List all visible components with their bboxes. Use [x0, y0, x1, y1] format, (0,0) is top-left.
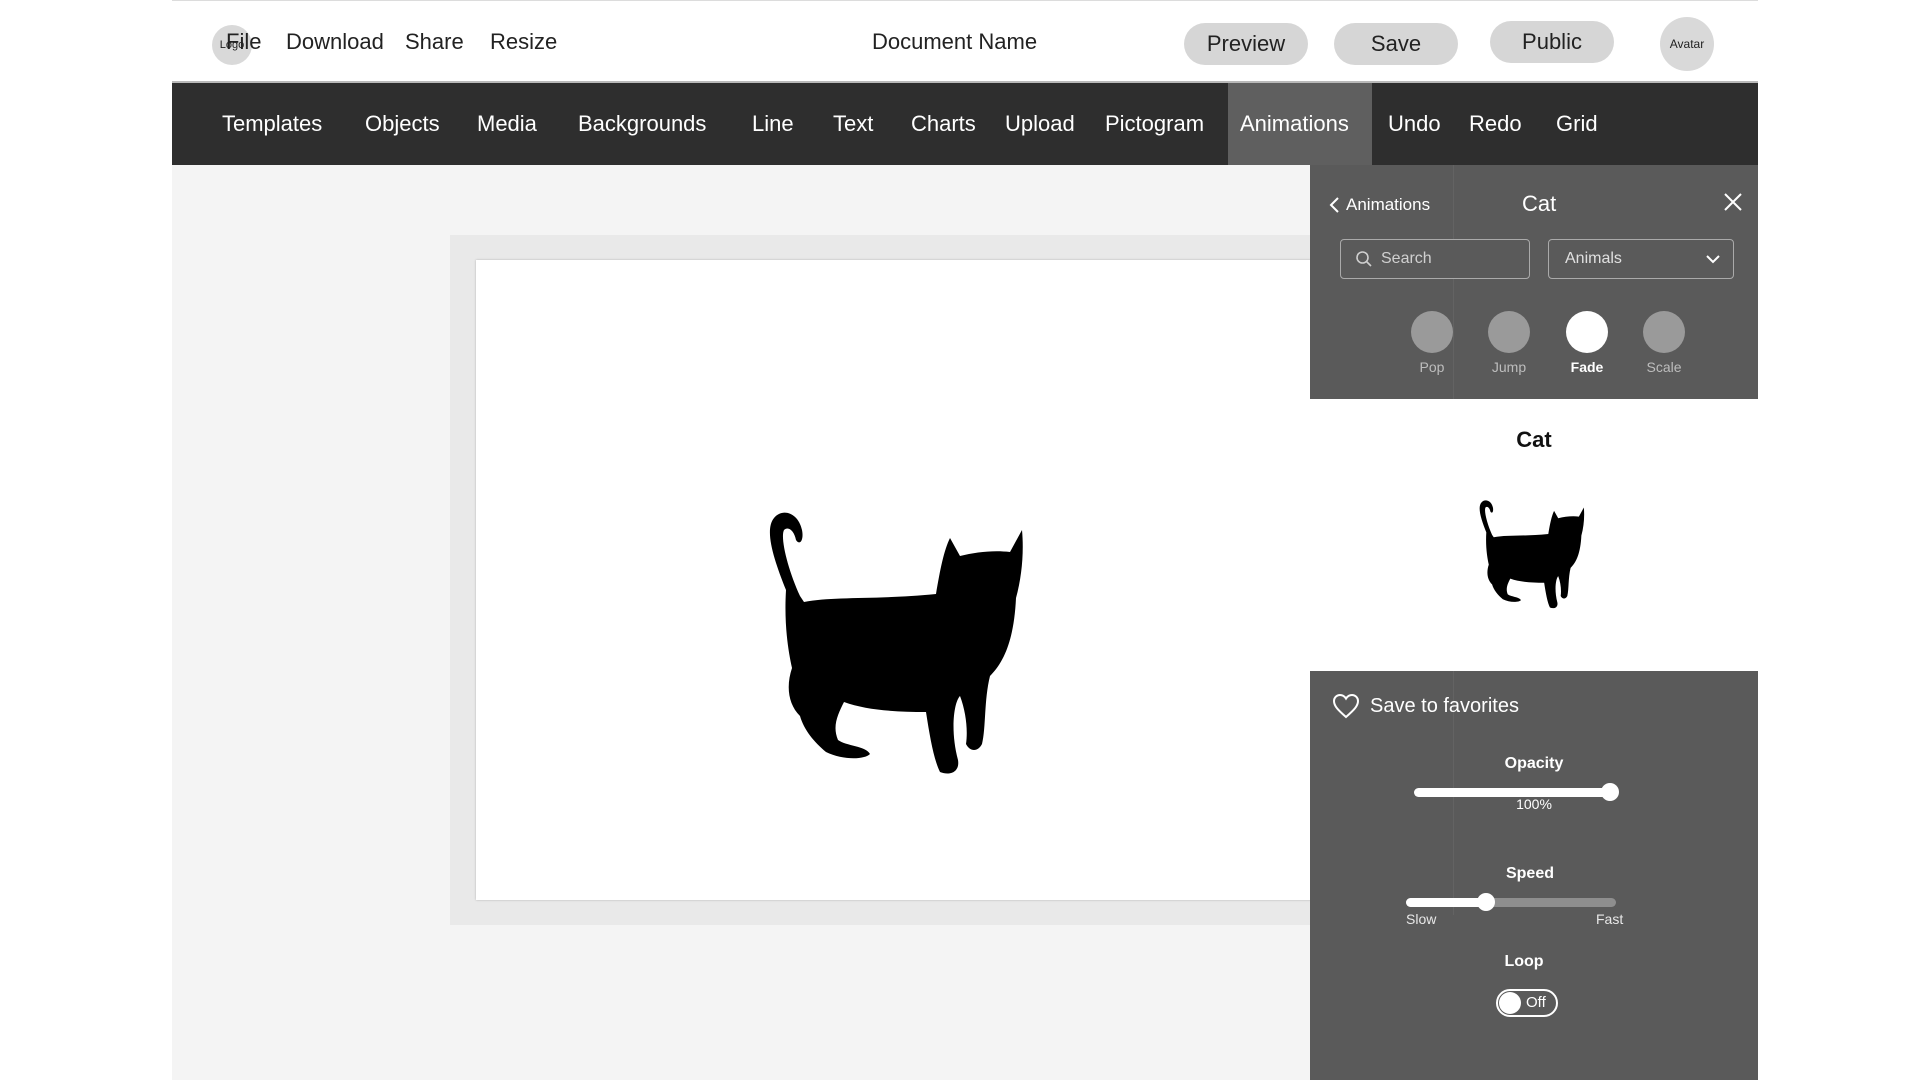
- tool-media[interactable]: Media: [477, 83, 537, 165]
- speed-min-label: Slow: [1406, 911, 1437, 927]
- editor-app: Logo File Download Share Resize Document…: [172, 0, 1758, 1080]
- heart-icon: [1332, 693, 1360, 719]
- loop-toggle-state: Off: [1526, 994, 1546, 1011]
- tool-bar: Templates Objects Media Backgrounds Line…: [172, 83, 1758, 165]
- tool-backgrounds[interactable]: Backgrounds: [578, 83, 706, 165]
- back-label: Animations: [1346, 195, 1431, 214]
- animation-fade-label: Fade: [1570, 359, 1604, 375]
- canvas-page[interactable]: [476, 260, 1350, 900]
- avatar[interactable]: Avatar: [1660, 17, 1714, 71]
- tool-grid[interactable]: Grid: [1556, 83, 1598, 165]
- panel-title: Cat: [1522, 191, 1557, 216]
- animation-preview: Cat: [1310, 399, 1758, 671]
- animation-fade-swatch: [1566, 311, 1608, 353]
- animation-pop-label: Pop: [1419, 359, 1445, 375]
- cat-silhouette[interactable]: [754, 490, 1044, 790]
- tool-undo[interactable]: Undo: [1388, 83, 1441, 165]
- tool-line[interactable]: Line: [752, 83, 794, 165]
- tool-templates[interactable]: Templates: [222, 83, 322, 165]
- public-button[interactable]: Public: [1490, 21, 1614, 63]
- loop-toggle-knob: [1499, 992, 1521, 1014]
- opacity-label: Opacity: [1504, 755, 1564, 772]
- animation-pop-swatch: [1411, 311, 1453, 353]
- document-name[interactable]: Document Name: [872, 29, 1037, 55]
- speed-slider-handle[interactable]: [1476, 893, 1495, 911]
- tool-charts[interactable]: Charts: [911, 83, 976, 165]
- chevron-down-icon: [1706, 255, 1720, 264]
- menu-download[interactable]: Download: [286, 29, 384, 55]
- speed-label: Speed: [1505, 865, 1554, 882]
- search-input[interactable]: [1381, 250, 1521, 268]
- animation-panel: Animations Cat Animals Pop Jump: [1310, 165, 1758, 1080]
- save-button[interactable]: Save: [1334, 23, 1458, 65]
- speed-slider-fill: [1406, 898, 1486, 907]
- category-select[interactable]: Animals: [1548, 239, 1734, 279]
- speed-max-label: Fast: [1596, 911, 1624, 927]
- chevron-left-icon: [1329, 197, 1339, 213]
- tool-upload[interactable]: Upload: [1005, 83, 1075, 165]
- search-icon: [1356, 251, 1372, 267]
- animation-pop[interactable]: Pop: [1402, 311, 1462, 375]
- animation-jump-swatch: [1488, 311, 1530, 353]
- menu-share[interactable]: Share: [405, 29, 464, 55]
- preview-title: Cat: [1516, 427, 1552, 452]
- animation-scale-label: Scale: [1646, 359, 1682, 375]
- tool-objects[interactable]: Objects: [365, 83, 440, 165]
- animation-fade[interactable]: Fade: [1557, 311, 1617, 375]
- close-icon[interactable]: [1722, 191, 1744, 213]
- opacity-value: 100%: [1516, 796, 1552, 812]
- save-to-favorites-button[interactable]: Save to favorites: [1332, 693, 1519, 719]
- tool-pictogram[interactable]: Pictogram: [1105, 83, 1204, 165]
- back-button[interactable]: Animations: [1328, 195, 1430, 215]
- loop-label: Loop: [1504, 953, 1544, 970]
- tool-redo[interactable]: Redo: [1469, 83, 1522, 165]
- cat-preview-image: [1479, 500, 1585, 609]
- animation-jump-label: Jump: [1491, 359, 1527, 375]
- tool-text[interactable]: Text: [833, 83, 873, 165]
- animation-scale-swatch: [1643, 311, 1685, 353]
- search-field[interactable]: [1340, 239, 1530, 279]
- category-select-value: Animals: [1565, 250, 1622, 267]
- top-header: Logo File Download Share Resize Document…: [172, 1, 1758, 83]
- favorite-label: Save to favorites: [1370, 694, 1519, 717]
- animation-scale[interactable]: Scale: [1634, 311, 1694, 375]
- menu-file[interactable]: File: [226, 29, 261, 55]
- tool-animations[interactable]: Animations: [1228, 83, 1372, 165]
- menu-resize[interactable]: Resize: [490, 29, 557, 55]
- animation-jump[interactable]: Jump: [1479, 311, 1539, 375]
- preview-button[interactable]: Preview: [1184, 23, 1308, 65]
- loop-toggle[interactable]: Off: [1496, 989, 1558, 1017]
